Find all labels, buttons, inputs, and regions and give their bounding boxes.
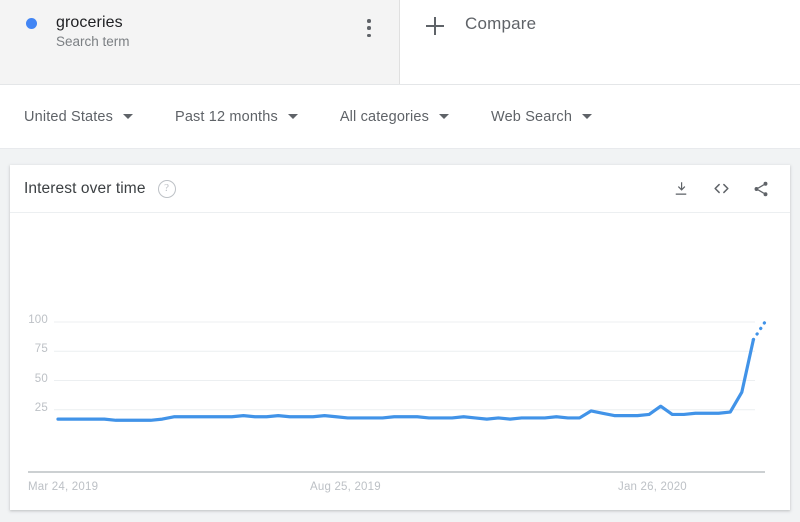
share-icon[interactable] bbox=[750, 178, 772, 200]
x-axis-label-1: Aug 25, 2019 bbox=[310, 481, 381, 493]
filter-region-label: United States bbox=[24, 108, 113, 125]
x-axis-label-0: Mar 24, 2019 bbox=[28, 481, 99, 493]
filter-region[interactable]: United States bbox=[24, 109, 133, 125]
compare-label: Compare bbox=[465, 14, 537, 33]
chevron-down-icon bbox=[123, 114, 133, 119]
y-axis-label-75: 75 bbox=[34, 343, 48, 356]
filter-time-range-label: Past 12 months bbox=[175, 108, 278, 125]
chart-gridlines bbox=[54, 321, 755, 411]
download-icon[interactable] bbox=[670, 178, 692, 200]
compare-button[interactable]: Compare bbox=[400, 0, 800, 84]
kebab-menu-icon[interactable] bbox=[361, 18, 377, 38]
y-axis-label-100: 100 bbox=[28, 314, 48, 326]
card-header: Interest over time ? bbox=[10, 165, 790, 213]
filter-search-type[interactable]: Web Search bbox=[491, 108, 593, 125]
filter-category[interactable]: All categories bbox=[339, 108, 450, 125]
card-actions bbox=[670, 178, 772, 200]
search-term-type: Search term bbox=[56, 34, 130, 49]
series-line-groceries-partial bbox=[751, 320, 767, 342]
y-axis-label-25: 25 bbox=[34, 401, 48, 414]
filter-search-type-label: Web Search bbox=[491, 108, 573, 125]
search-term-bar: groceries Search term Compare bbox=[0, 0, 800, 85]
series-color-dot bbox=[26, 17, 37, 29]
filter-category-label: All categories bbox=[339, 108, 430, 125]
help-circle-icon[interactable]: ? bbox=[157, 179, 176, 198]
y-axis-label-50: 50 bbox=[34, 372, 48, 385]
chevron-down-icon bbox=[439, 114, 450, 119]
search-term-row: groceries bbox=[26, 14, 385, 32]
filter-time-range[interactable]: Past 12 months bbox=[175, 109, 298, 125]
search-term-label: groceries bbox=[56, 14, 123, 31]
filter-bar: United States Past 12 months All categor… bbox=[0, 85, 800, 149]
chevron-down-icon bbox=[582, 114, 593, 119]
trends-line-chart bbox=[28, 320, 767, 473]
plus-icon bbox=[426, 17, 444, 35]
embed-icon[interactable] bbox=[710, 178, 732, 200]
chevron-down-icon bbox=[287, 114, 298, 119]
chart-plot-area[interactable]: 25 50 75 100 Mar 24, 2019 Aug 25, 2019 Jan 26… bbox=[10, 213, 790, 509]
search-term-card[interactable]: groceries Search term bbox=[0, 0, 400, 84]
x-axis-label-2: Jan 26, 2020 bbox=[618, 481, 687, 493]
card-title: Interest over time bbox=[24, 179, 146, 197]
interest-over-time-card: Interest over time ? 25 50 75 100 Mar 24… bbox=[10, 165, 790, 510]
